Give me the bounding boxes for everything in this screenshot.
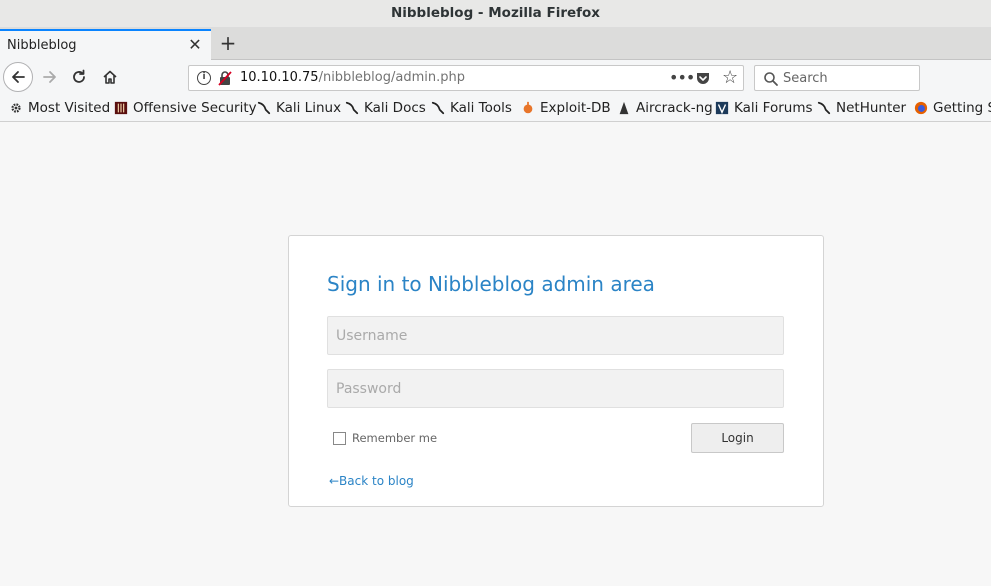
login-panel: Sign in to Nibbleblog admin area Remembe… [288, 235, 824, 507]
aircrack-icon [619, 101, 629, 115]
url-text: 10.10.10.75/nibbleblog/admin.php [240, 70, 465, 85]
bookmark-exploit-db[interactable]: Exploit-DB [521, 99, 611, 117]
home-icon [103, 70, 117, 84]
login-title: Sign in to Nibbleblog admin area [327, 272, 655, 296]
remember-me-label: Remember me [352, 431, 438, 445]
window-titlebar: Nibbleblog - Mozilla Firefox [0, 0, 991, 28]
kali-icon [431, 101, 445, 115]
bookmark-offensive-security[interactable]: Offensive Security [114, 99, 257, 117]
kali-icon [257, 101, 271, 115]
bookmark-kali-linux[interactable]: Kali Linux [257, 99, 341, 117]
gear-icon [11, 103, 21, 113]
new-tab-icon[interactable]: + [217, 32, 239, 54]
remember-me[interactable]: Remember me [333, 431, 437, 445]
tab-strip: Nibbleblog ✕ + [0, 28, 991, 60]
bookmark-kali-tools[interactable]: Kali Tools [431, 99, 512, 117]
info-icon[interactable]: i [197, 71, 211, 85]
tab-label: Nibbleblog [7, 38, 77, 53]
url-bar[interactable]: i 10.10.10.75/nibbleblog/admin.php ••• ☆ [188, 65, 744, 91]
bookmark-label: Aircrack-ng [636, 100, 713, 116]
search-icon [764, 72, 778, 86]
offsec-icon [114, 101, 128, 115]
arrow-right-icon [43, 71, 56, 83]
login-button[interactable]: Login [691, 423, 784, 453]
bookmark-getting-started[interactable]: Getting St [914, 99, 991, 117]
bookmark-nethunter[interactable]: NetHunter [817, 99, 906, 117]
bookmark-label: Getting St [933, 100, 991, 116]
arrow-left-icon [12, 71, 25, 83]
window-title: Nibbleblog - Mozilla Firefox [390, 5, 601, 21]
bookmark-label: Kali Linux [276, 100, 342, 116]
back-button[interactable] [3, 62, 33, 92]
bookmark-aircrack-ng[interactable]: Aircrack-ng [617, 99, 713, 117]
bookmark-label: Offensive Security [133, 100, 257, 116]
page-actions-icon[interactable]: ••• [669, 68, 695, 87]
forward-button[interactable] [36, 63, 64, 91]
bookmark-kali-forums[interactable]: Kali Forums [715, 99, 813, 117]
page-content: Sign in to Nibbleblog admin area Remembe… [0, 122, 991, 586]
url-path: /nibbleblog/admin.php [318, 70, 465, 85]
pocket-icon[interactable] [695, 70, 711, 86]
bookmark-label: Exploit-DB [540, 100, 611, 116]
reload-icon [73, 69, 85, 83]
back-to-blog-link[interactable]: ←Back to blog [329, 474, 414, 488]
username-field[interactable] [327, 316, 784, 355]
remember-me-checkbox[interactable] [333, 431, 346, 445]
password-field[interactable] [327, 369, 784, 408]
bookmarks-toolbar: Most Visited Offensive Security Kali Lin… [0, 95, 991, 122]
kali-icon [345, 101, 359, 115]
insecure-lock-icon[interactable] [217, 70, 233, 86]
url-host: 10.10.10.75 [240, 70, 319, 85]
kali-icon [817, 101, 831, 115]
exploitdb-icon [523, 101, 533, 114]
bookmark-label: Kali Tools [450, 100, 512, 116]
bookmark-most-visited[interactable]: Most Visited [9, 99, 110, 117]
navigation-toolbar: i 10.10.10.75/nibbleblog/admin.php ••• ☆ [0, 60, 991, 95]
bookmark-star-icon[interactable]: ☆ [722, 67, 738, 88]
bookmark-label: Most Visited [28, 100, 111, 116]
bookmark-label: Kali Docs [364, 100, 426, 116]
bookmark-label: NetHunter [836, 100, 907, 116]
forums-icon [715, 101, 729, 115]
home-button[interactable] [96, 63, 124, 91]
search-input[interactable] [783, 69, 913, 87]
bookmark-kali-docs[interactable]: Kali Docs [345, 99, 426, 117]
tab-nibbleblog[interactable]: Nibbleblog ✕ [0, 29, 211, 60]
bookmark-label: Kali Forums [734, 100, 813, 116]
close-tab-icon[interactable]: ✕ [186, 36, 204, 54]
reload-button[interactable] [65, 63, 93, 91]
search-bar[interactable] [754, 65, 920, 91]
firefox-icon [914, 101, 928, 115]
